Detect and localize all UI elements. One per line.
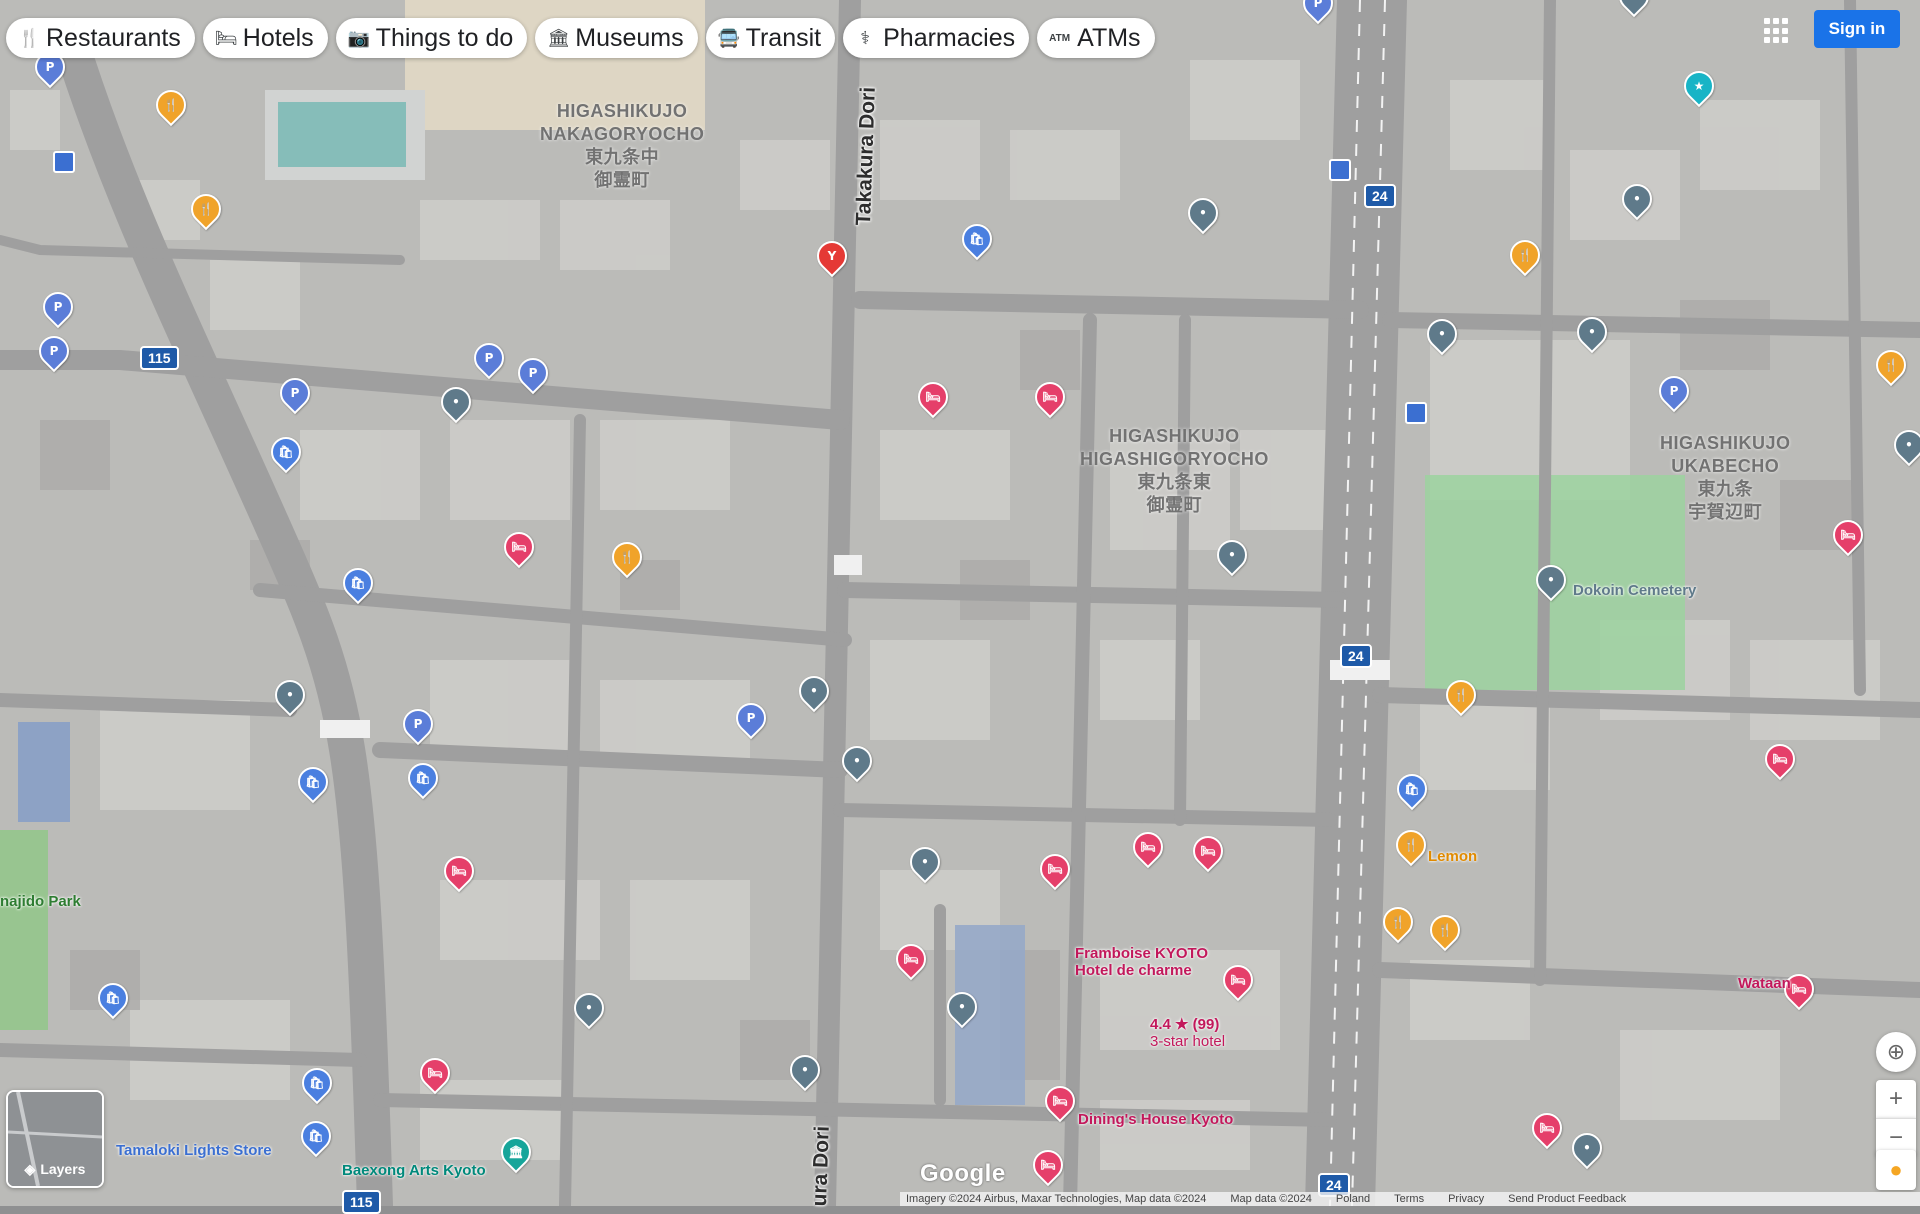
street-label-takakura-dori-south: ura Dori bbox=[808, 1125, 834, 1207]
sign-in-button[interactable]: Sign in bbox=[1814, 10, 1900, 48]
layers-button[interactable]: ◈ Layers bbox=[6, 1090, 104, 1188]
plus-icon: + bbox=[1888, 1085, 1903, 1112]
poi-label-hotel-rating: 4.4 ★ (99) bbox=[1150, 1016, 1220, 1033]
imagery-attribution: Imagery ©2024 Airbus, Maxar Technologies… bbox=[906, 1193, 1207, 1205]
bus-stop-icon[interactable] bbox=[53, 151, 75, 173]
area-label-ukabecho: HIGASHIKUJO UKABECHO 東九条 宇賀辺町 bbox=[1660, 433, 1791, 522]
zoom-in-button[interactable]: + bbox=[1876, 1080, 1916, 1118]
chip-pharmacies[interactable]: ⚕ Pharmacies bbox=[843, 18, 1030, 58]
poi-label-wataan[interactable]: Wataan bbox=[1738, 975, 1791, 992]
bus-icon: 🚍 bbox=[717, 27, 741, 48]
pegman-button[interactable]: ● bbox=[1876, 1150, 1916, 1190]
pegman-icon: ● bbox=[1889, 1157, 1903, 1182]
area-label-higashigoryocho: HIGASHIKUJO HIGASHIGORYOCHO 東九条東 御霊町 bbox=[1080, 426, 1269, 515]
route-shield-24: 24 bbox=[1364, 184, 1396, 208]
google-logo: Google bbox=[920, 1160, 1006, 1187]
museum-icon: 🏛 bbox=[547, 27, 571, 48]
chip-museums[interactable]: 🏛 Museums bbox=[535, 18, 698, 58]
chip-transit[interactable]: 🚍 Transit bbox=[705, 18, 836, 58]
street-label-takakura-dori: Takakura Dori bbox=[852, 86, 880, 226]
bus-stop-icon[interactable] bbox=[1329, 159, 1351, 181]
poi-label-dokoin-cemetery[interactable]: Dokoin Cemetery bbox=[1573, 582, 1696, 599]
chip-restaurants[interactable]: 🍴 Restaurants bbox=[6, 18, 195, 58]
layers-icon: ◈ bbox=[24, 1161, 36, 1177]
google-apps-icon[interactable] bbox=[1764, 18, 1790, 44]
terms-link[interactable]: Terms bbox=[1394, 1193, 1424, 1205]
area-label-nakagoryocho: HIGASHIKUJO NAKAGORYOCHO 東九条中 御霊町 bbox=[540, 101, 705, 190]
minus-icon: − bbox=[1888, 1124, 1903, 1151]
atm-icon: ATM bbox=[1049, 32, 1071, 44]
poi-label-hotel[interactable]: Dining's House Kyoto bbox=[1078, 1111, 1233, 1128]
poi-label-hotel-class: 3-star hotel bbox=[1150, 1033, 1226, 1050]
camera-icon: 📷 bbox=[347, 27, 371, 48]
chip-atms[interactable]: ATM ATMs bbox=[1037, 18, 1155, 58]
privacy-link[interactable]: Privacy bbox=[1448, 1193, 1484, 1205]
map-footer: Imagery ©2024 Airbus, Maxar Technologies… bbox=[900, 1192, 1920, 1206]
route-shield-24: 24 bbox=[1340, 644, 1372, 668]
bus-stop-icon[interactable] bbox=[1405, 402, 1427, 424]
map-data-attribution[interactable]: Map data ©2024 bbox=[1230, 1193, 1312, 1205]
poi-label-tamaloki[interactable]: Tamaloki Lights Store bbox=[116, 1142, 272, 1159]
chip-hotels[interactable]: 🛏 Hotels bbox=[202, 18, 328, 58]
poi-label-framboise[interactable]: Framboise KYOTO Hotel de charme bbox=[1075, 945, 1208, 979]
category-chip-bar: 🍴 Restaurants 🛏 Hotels 📷 Things to do 🏛 Muse… bbox=[6, 18, 1155, 58]
route-shield-115: 115 bbox=[342, 1190, 381, 1214]
bed-icon: 🛏 bbox=[214, 27, 238, 48]
my-location-button[interactable]: ⊕ bbox=[1876, 1032, 1916, 1072]
crosshair-icon: ⊕ bbox=[1886, 1039, 1906, 1064]
chip-things-to-do[interactable]: 📷 Things to do bbox=[335, 18, 528, 58]
poi-label-park[interactable]: najido Park bbox=[0, 893, 81, 910]
route-shield-115: 115 bbox=[140, 346, 179, 370]
country-link[interactable]: Poland bbox=[1336, 1193, 1370, 1205]
poi-label-baexong[interactable]: Baexong Arts Kyoto bbox=[342, 1162, 486, 1179]
pharmacy-icon: ⚕ bbox=[860, 27, 870, 48]
feedback-link[interactable]: Send Product Feedback bbox=[1508, 1193, 1626, 1205]
fork-knife-icon: 🍴 bbox=[18, 27, 41, 48]
poi-label-lemon[interactable]: Lemon bbox=[1428, 848, 1477, 865]
